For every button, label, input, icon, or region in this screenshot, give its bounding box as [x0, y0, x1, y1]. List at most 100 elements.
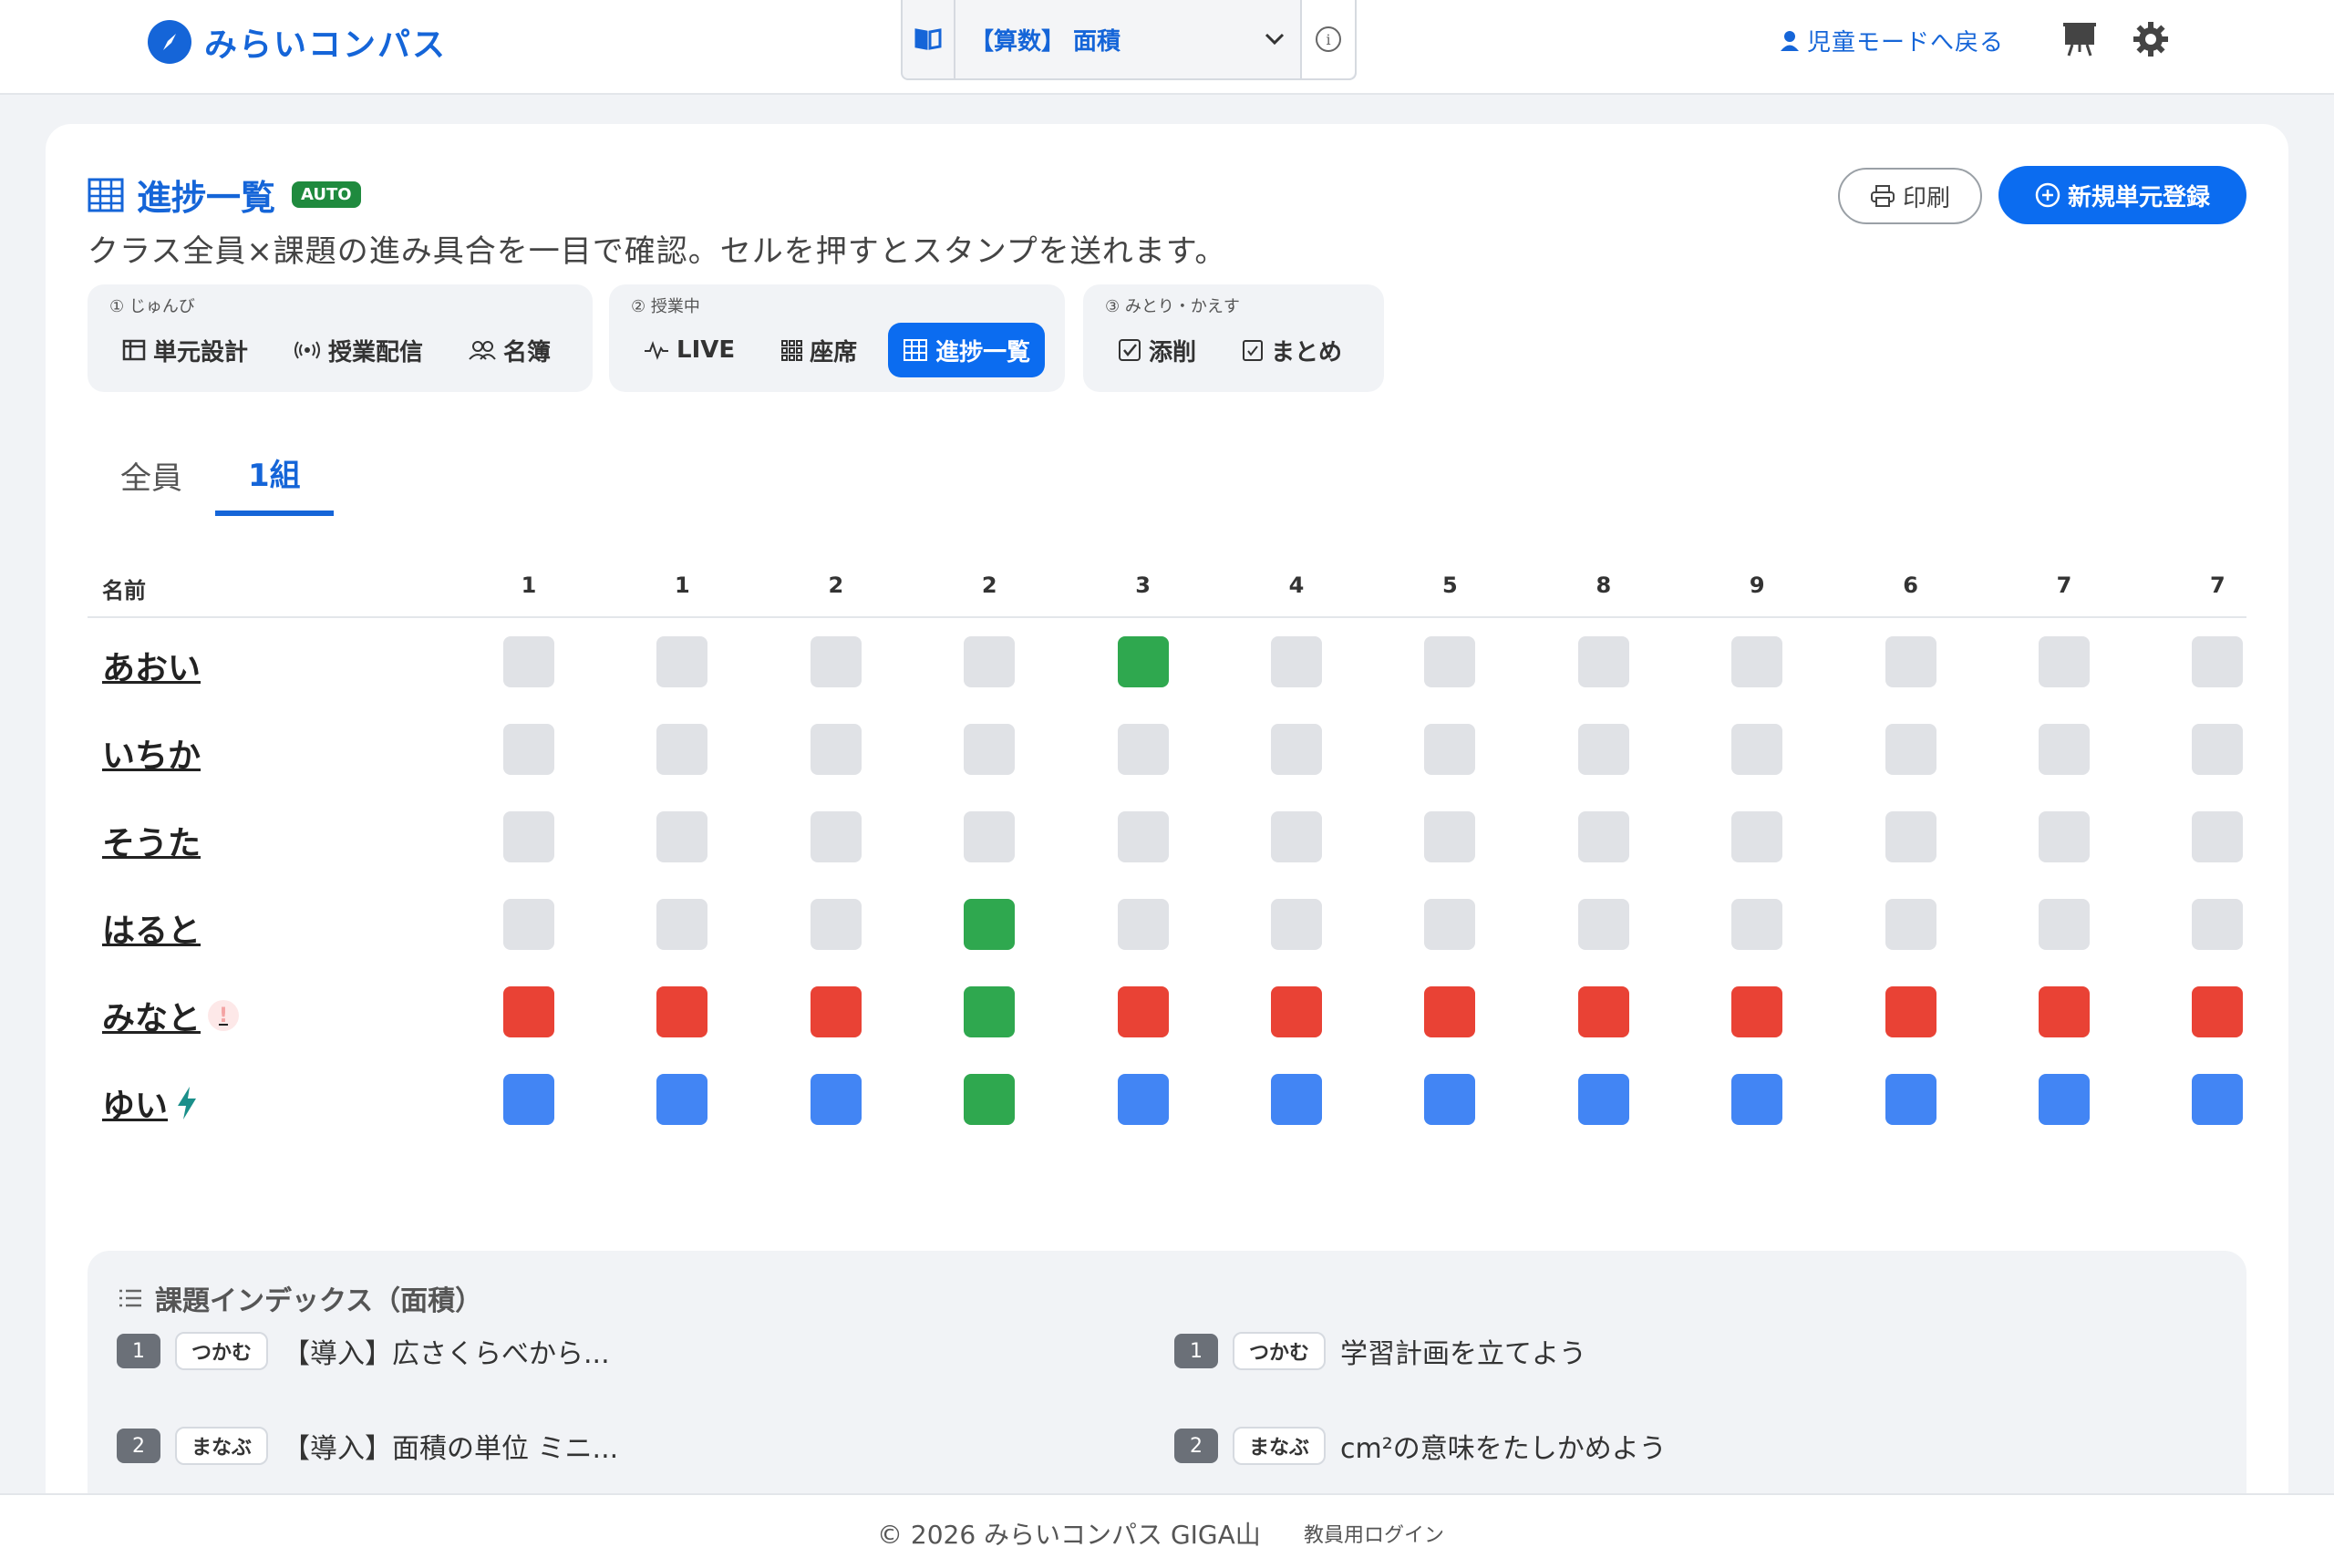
progress-cell[interactable]	[1731, 811, 1783, 862]
step-unit-design[interactable]: 単元設計	[108, 323, 263, 377]
progress-cell[interactable]	[1577, 1074, 1629, 1125]
progress-cell[interactable]	[810, 1074, 862, 1125]
student-name[interactable]: ゆい	[102, 1079, 199, 1127]
progress-cell[interactable]	[1271, 636, 1322, 687]
progress-cell[interactable]	[2192, 811, 2244, 862]
progress-cell[interactable]	[503, 899, 554, 950]
progress-cell[interactable]	[1117, 1074, 1169, 1125]
progress-cell[interactable]	[1424, 811, 1476, 862]
progress-cell[interactable]	[2192, 986, 2244, 1037]
progress-cell[interactable]	[1885, 1074, 1936, 1125]
progress-cell[interactable]	[1885, 811, 1936, 862]
task-index-item[interactable]: 2 まなぶ 【導入】面積の単位 ミニ...	[117, 1426, 618, 1466]
progress-cell[interactable]	[503, 636, 554, 687]
progress-cell[interactable]	[2039, 811, 2090, 862]
progress-cell[interactable]	[656, 899, 708, 950]
progress-cell[interactable]	[1577, 899, 1629, 950]
progress-cell[interactable]	[1271, 986, 1322, 1037]
progress-cell[interactable]	[964, 636, 1016, 687]
progress-cell[interactable]	[2192, 899, 2244, 950]
progress-cell[interactable]	[1271, 811, 1322, 862]
step-progress-list[interactable]: 進捗一覧	[888, 323, 1046, 377]
student-name[interactable]: はると	[102, 904, 201, 952]
progress-cell[interactable]	[1577, 724, 1629, 775]
new-unit-button[interactable]: 新規単元登録	[1998, 166, 2246, 224]
progress-cell[interactable]	[2039, 1074, 2090, 1125]
progress-cell[interactable]	[656, 811, 708, 862]
progress-cell[interactable]	[1117, 899, 1169, 950]
progress-cell[interactable]	[1885, 724, 1936, 775]
progress-cell[interactable]	[2192, 636, 2244, 687]
progress-cell[interactable]	[1731, 1074, 1783, 1125]
task-index-item[interactable]: 2 まなぶ cm²の意味をたしかめよう	[1174, 1426, 1667, 1466]
student-name[interactable]: いちか	[102, 729, 201, 777]
student-name[interactable]: そうた	[102, 817, 201, 864]
tab-all[interactable]: 全員	[88, 434, 215, 516]
progress-cell[interactable]	[964, 986, 1016, 1037]
progress-cell[interactable]	[1424, 1074, 1476, 1125]
student-name[interactable]: あおい	[102, 642, 201, 689]
progress-cell[interactable]	[1885, 899, 1936, 950]
progress-cell[interactable]	[2192, 1074, 2244, 1125]
progress-cell[interactable]	[1424, 899, 1476, 950]
progress-cell[interactable]	[2039, 986, 2090, 1037]
progress-cell[interactable]	[1271, 1074, 1322, 1125]
step-live[interactable]: LIVE	[629, 323, 749, 377]
step-seats[interactable]: 座席	[766, 323, 872, 377]
progress-cell[interactable]	[1424, 986, 1476, 1037]
progress-cell[interactable]	[810, 899, 862, 950]
progress-cell[interactable]	[1424, 636, 1476, 687]
progress-cell[interactable]	[656, 724, 708, 775]
step-summary[interactable]: まとめ	[1227, 323, 1357, 377]
progress-cell[interactable]	[656, 636, 708, 687]
progress-cell[interactable]	[964, 899, 1016, 950]
student-name[interactable]: みなと!	[102, 992, 240, 1039]
progress-cell[interactable]	[1731, 986, 1783, 1037]
teacher-login-link[interactable]: 教員用ログイン	[1304, 1519, 1444, 1548]
progress-cell[interactable]	[1577, 986, 1629, 1037]
progress-cell[interactable]	[503, 1074, 554, 1125]
print-button[interactable]: 印刷	[1838, 168, 1982, 224]
progress-cell[interactable]	[810, 724, 862, 775]
progress-cell[interactable]	[1577, 636, 1629, 687]
info-button[interactable]: i	[1300, 0, 1355, 78]
progress-cell[interactable]	[810, 811, 862, 862]
progress-cell[interactable]	[1731, 724, 1783, 775]
step-roster[interactable]: 名簿	[454, 323, 565, 377]
progress-cell[interactable]	[2039, 899, 2090, 950]
progress-cell[interactable]	[1885, 986, 1936, 1037]
progress-cell[interactable]	[1117, 636, 1169, 687]
progress-cell[interactable]	[2039, 724, 2090, 775]
progress-cell[interactable]	[810, 636, 862, 687]
progress-cell[interactable]	[656, 986, 708, 1037]
back-to-student-mode-link[interactable]: 児童モードへ戻る	[1780, 24, 2004, 57]
tab-class-1[interactable]: 1組	[215, 434, 334, 516]
progress-cell[interactable]	[964, 1074, 1016, 1125]
task-index-item[interactable]: 1 つかむ 学習計画を立てよう	[1174, 1331, 1586, 1371]
progress-cell[interactable]	[1117, 724, 1169, 775]
progress-cell[interactable]	[1424, 724, 1476, 775]
progress-cell[interactable]	[1577, 811, 1629, 862]
progress-cell[interactable]	[1271, 724, 1322, 775]
progress-cell[interactable]	[1117, 986, 1169, 1037]
gear-icon[interactable]	[2130, 18, 2172, 60]
progress-cell[interactable]	[503, 986, 554, 1037]
presentation-icon[interactable]	[2059, 18, 2101, 60]
progress-cell[interactable]	[2039, 636, 2090, 687]
progress-cell[interactable]	[1117, 811, 1169, 862]
progress-cell[interactable]	[1731, 899, 1783, 950]
progress-cell[interactable]	[810, 986, 862, 1037]
progress-cell[interactable]	[1731, 636, 1783, 687]
progress-cell[interactable]	[656, 1074, 708, 1125]
progress-cell[interactable]	[2192, 724, 2244, 775]
unit-select[interactable]: 【算数】 面積 i	[901, 0, 1357, 80]
progress-cell[interactable]	[964, 811, 1016, 862]
progress-cell[interactable]	[1271, 899, 1322, 950]
progress-cell[interactable]	[503, 724, 554, 775]
step-lesson-broadcast[interactable]: 授業配信	[279, 323, 438, 377]
progress-cell[interactable]	[964, 724, 1016, 775]
progress-cell[interactable]	[503, 811, 554, 862]
app-logo[interactable]: みらいコンパス	[148, 18, 447, 66]
task-index-item[interactable]: 1 つかむ 【導入】広さくらべから...	[117, 1331, 610, 1371]
step-correction[interactable]: 添削	[1103, 323, 1211, 377]
